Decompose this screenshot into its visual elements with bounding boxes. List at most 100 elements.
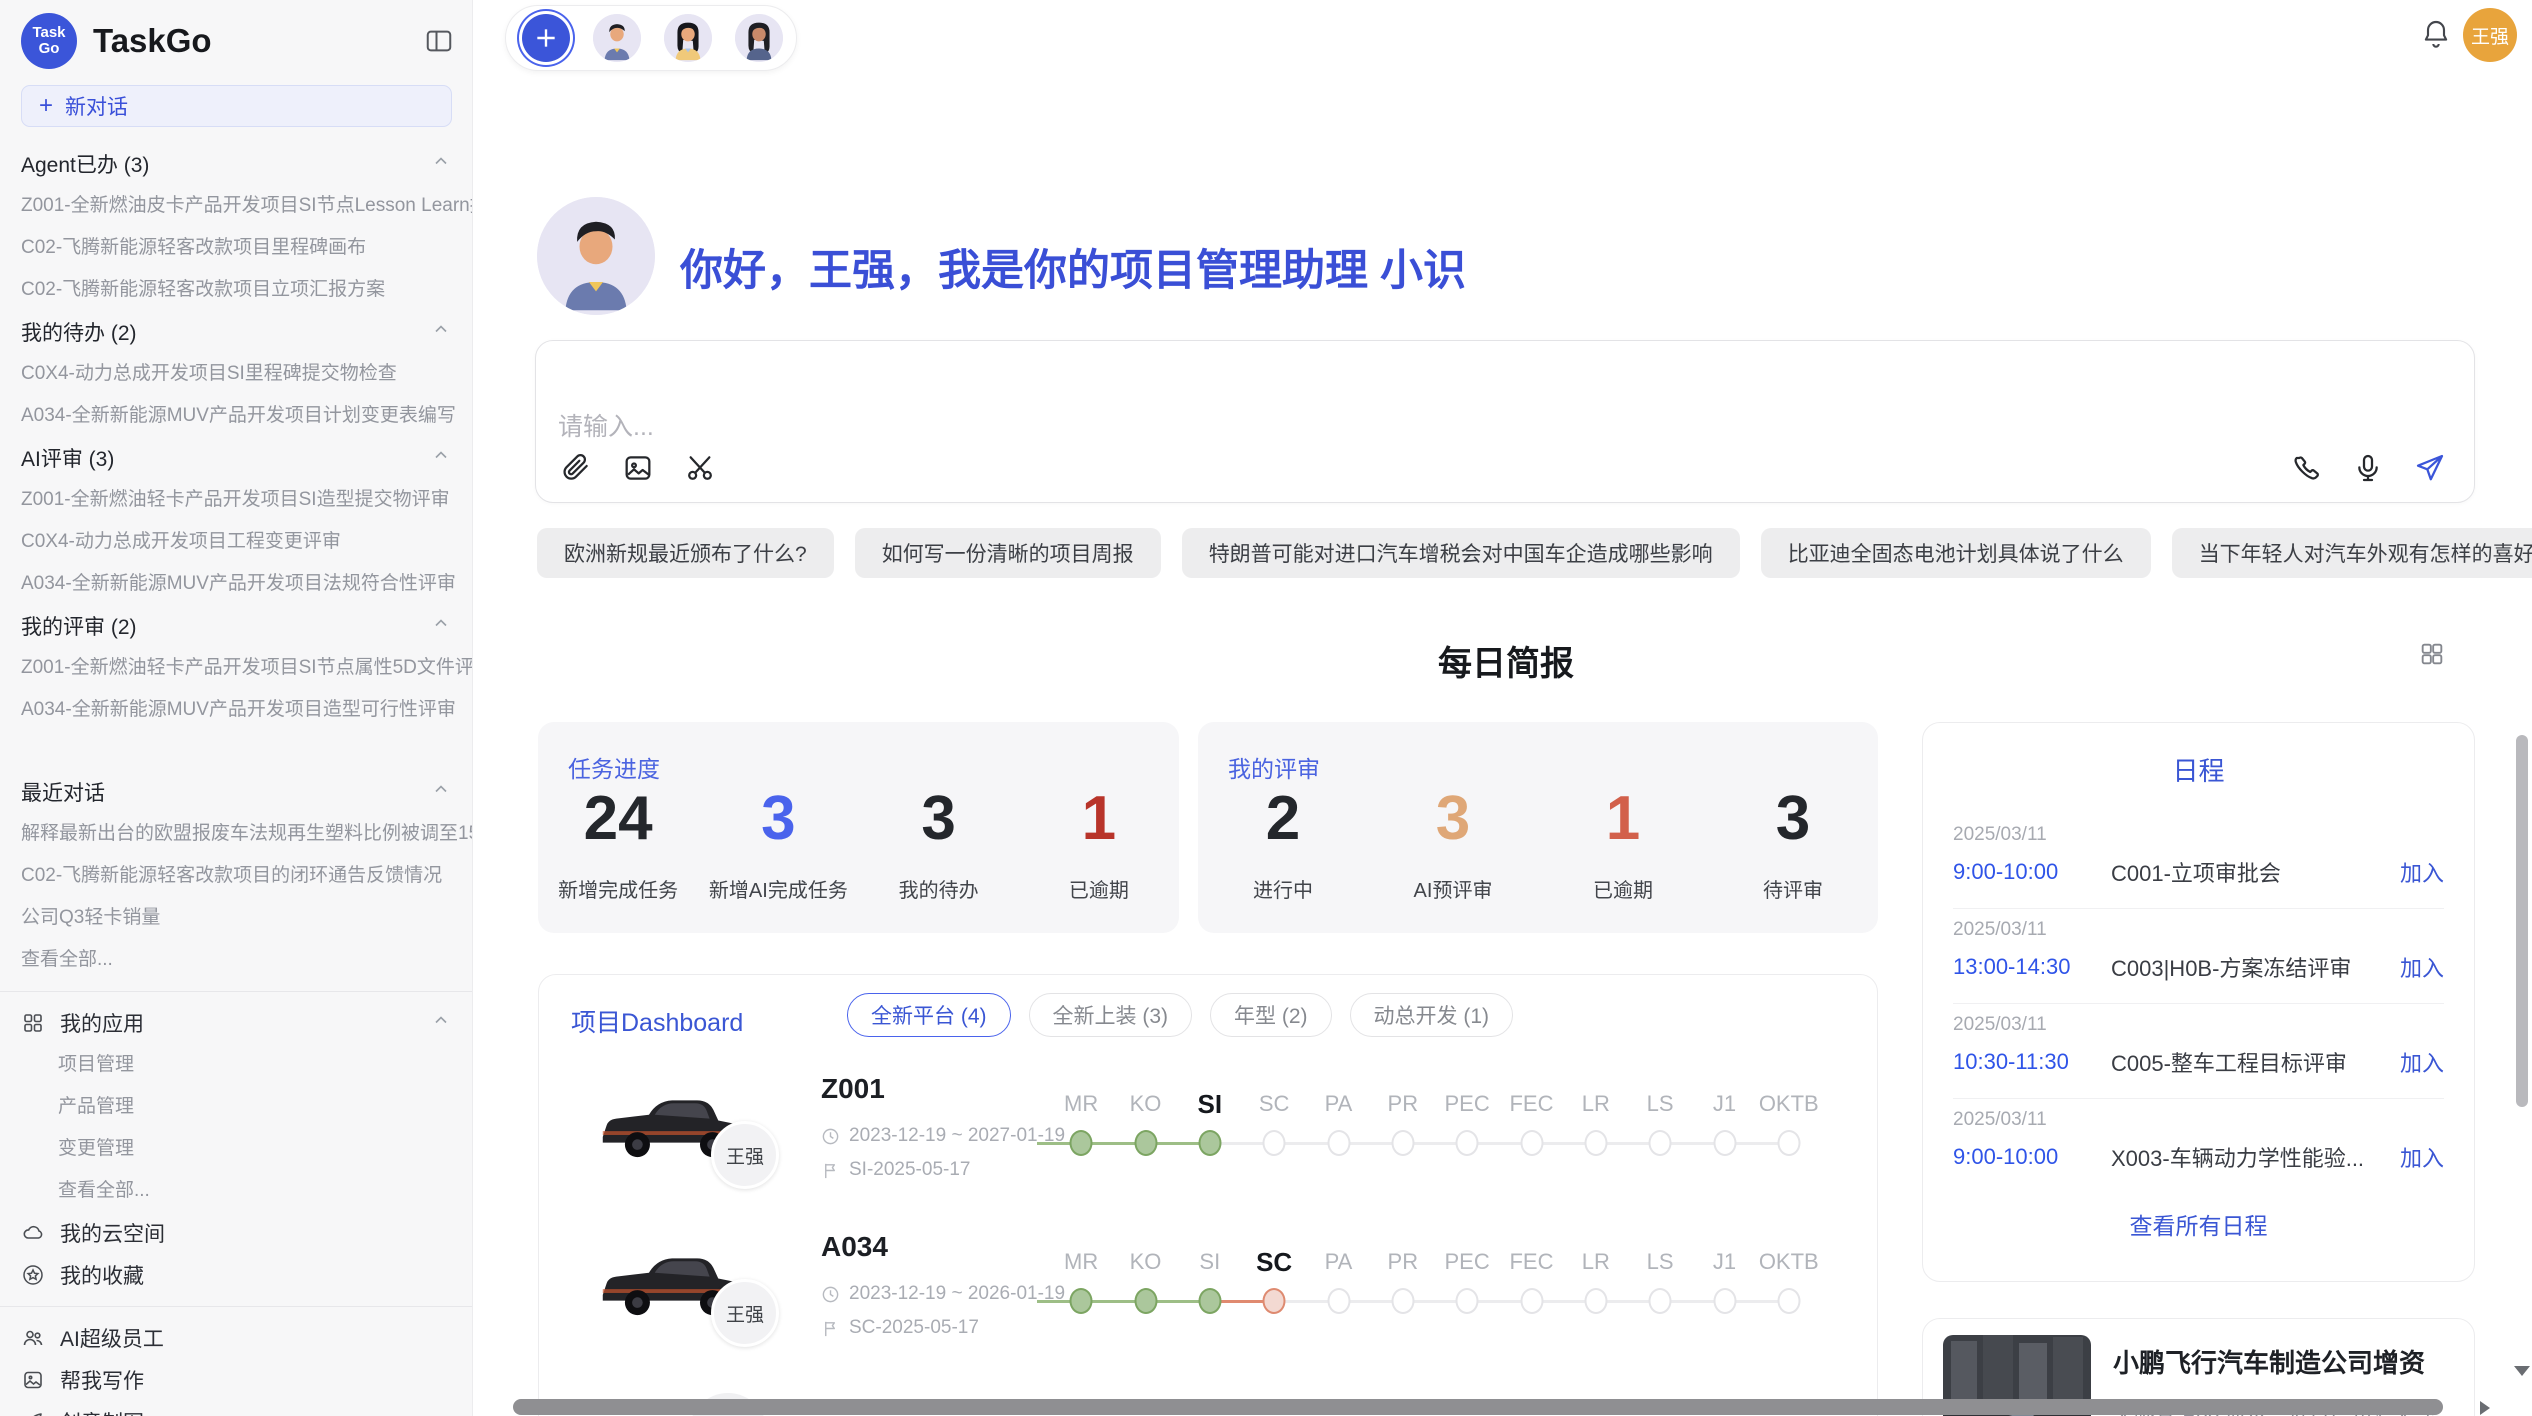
milestone-dot-si[interactable]: [1198, 1288, 1221, 1314]
join-link[interactable]: 加入: [2400, 951, 2444, 983]
suggestion-chip[interactable]: 比亚迪全固态电池计划具体说了什么: [1761, 528, 2151, 578]
vertical-scrollbar[interactable]: [2516, 735, 2528, 1107]
scissors-icon[interactable]: [684, 452, 716, 484]
milestone-dot-fec[interactable]: [1520, 1288, 1543, 1314]
milestone-label: LS: [1628, 1087, 1692, 1121]
sidebar-section-header[interactable]: Agent已办 (3): [0, 143, 472, 185]
chevron-up-icon[interactable]: [431, 445, 451, 471]
milestone-dot-si[interactable]: [1198, 1130, 1221, 1156]
milestone-dot-j1[interactable]: [1713, 1288, 1736, 1314]
suggestion-chip[interactable]: 欧洲新规最近颁布了什么?: [537, 528, 834, 578]
milestone-dot-oktb[interactable]: [1777, 1130, 1800, 1156]
join-link[interactable]: 加入: [2400, 1141, 2444, 1173]
sidebar-item[interactable]: 公司Q3轻卡销量: [0, 897, 472, 939]
sidebar-tool-item[interactable]: AI超级员工: [0, 1317, 472, 1359]
sidebar-section-header[interactable]: 我的评审 (2): [0, 605, 472, 647]
sidebar-app-item[interactable]: 项目管理: [0, 1044, 472, 1086]
sidebar-item[interactable]: 查看全部...: [0, 939, 472, 981]
milestone-dot-sc[interactable]: [1263, 1288, 1286, 1314]
milestone-dot-pa[interactable]: [1327, 1288, 1350, 1314]
sidebar-item-cloud[interactable]: 我的云空间: [0, 1212, 472, 1254]
dashboard-tab[interactable]: 动总开发 (1): [1350, 993, 1514, 1037]
view-all-schedule-link[interactable]: 查看所有日程: [1953, 1207, 2444, 1241]
image-icon[interactable]: [622, 452, 654, 484]
sidebar-item[interactable]: C02-飞腾新能源轻客改款项目的闭环通告反馈情况: [0, 855, 472, 897]
sidebar-app-item[interactable]: 产品管理: [0, 1086, 472, 1128]
milestone-dot-mr[interactable]: [1070, 1288, 1093, 1314]
project-owner-badge: 王强: [711, 1121, 779, 1189]
project-owner-badge: 王强: [711, 1279, 779, 1347]
send-icon[interactable]: [2414, 452, 2446, 484]
sidebar-item[interactable]: C02-飞腾新能源轻客改款项目里程碑画布: [0, 227, 472, 269]
chevron-up-icon[interactable]: [431, 779, 451, 805]
suggestion-chip[interactable]: 当下年轻人对汽车外观有怎样的喜好趋势: [2172, 528, 2532, 578]
suggestion-chip[interactable]: 如何写一份清晰的项目周报: [855, 528, 1161, 578]
sidebar-collapse-icon[interactable]: [424, 26, 454, 56]
milestone-dot-sc[interactable]: [1263, 1130, 1286, 1156]
sidebar-tool-item[interactable]: 帮我写作: [0, 1359, 472, 1401]
sidebar-section-header[interactable]: 我的待办 (2): [0, 311, 472, 353]
sidebar-item[interactable]: Z001-全新燃油轻卡产品开发项目SI节点属性5D文件评审: [0, 647, 472, 689]
user-avatar[interactable]: 王强: [2463, 8, 2517, 62]
sidebar-section-title: AI评审 (3): [21, 443, 114, 473]
chevron-up-icon[interactable]: [431, 319, 451, 345]
attach-icon[interactable]: [560, 452, 592, 484]
sidebar-item[interactable]: A034-全新新能源MUV产品开发项目造型可行性评审: [0, 689, 472, 731]
sidebar-section-header[interactable]: AI评审 (3): [0, 437, 472, 479]
sidebar-tool-item[interactable]: 创意制图: [0, 1401, 472, 1416]
sidebar-item[interactable]: A034-全新新能源MUV产品开发项目法规符合性评审: [0, 563, 472, 605]
join-link[interactable]: 加入: [2400, 1046, 2444, 1078]
milestone-dot-oktb[interactable]: [1777, 1288, 1800, 1314]
horizontal-scrollbar[interactable]: [513, 1399, 2443, 1415]
sidebar-item[interactable]: Z001-全新燃油轻卡产品开发项目SI造型提交物评审: [0, 479, 472, 521]
chevron-up-icon[interactable]: [431, 1010, 451, 1036]
phone-icon[interactable]: [2290, 452, 2322, 484]
sidebar-item-my-apps[interactable]: 我的应用: [0, 1002, 472, 1044]
milestone-dot-pr[interactable]: [1391, 1288, 1414, 1314]
agent-avatar-1[interactable]: [593, 14, 641, 62]
notifications-bell-icon[interactable]: [2420, 18, 2452, 52]
chat-input[interactable]: 请输入...: [558, 407, 654, 443]
scroll-down-arrow-icon[interactable]: [2514, 1366, 2530, 1376]
agent-avatar-3[interactable]: [735, 14, 783, 62]
logo-line-2: Go: [39, 41, 60, 57]
mic-icon[interactable]: [2352, 452, 2384, 484]
milestone-dot-pec[interactable]: [1456, 1130, 1479, 1156]
join-link[interactable]: 加入: [2400, 856, 2444, 888]
milestone-dot-pr[interactable]: [1391, 1130, 1414, 1156]
milestone-dot-lr[interactable]: [1584, 1288, 1607, 1314]
milestone-dot-ls[interactable]: [1649, 1288, 1672, 1314]
milestone-dot-ko[interactable]: [1134, 1288, 1157, 1314]
milestone-dot-ls[interactable]: [1649, 1130, 1672, 1156]
dashboard-tab[interactable]: 年型 (2): [1210, 993, 1332, 1037]
scroll-right-arrow-icon[interactable]: [2480, 1401, 2490, 1415]
milestone-dot-pec[interactable]: [1456, 1288, 1479, 1314]
milestone-dot-fec[interactable]: [1520, 1130, 1543, 1156]
sidebar-item[interactable]: A034-全新新能源MUV产品开发项目计划变更表编写: [0, 395, 472, 437]
milestone-line-segment: [1210, 1142, 1789, 1145]
milestone-dot-ko[interactable]: [1134, 1130, 1157, 1156]
dashboard-tab[interactable]: 全新上装 (3): [1029, 993, 1193, 1037]
sidebar-item[interactable]: C02-飞腾新能源轻客改款项目立项汇报方案: [0, 269, 472, 311]
new-chat-button[interactable]: + 新对话: [21, 85, 452, 127]
milestone-dot-pa[interactable]: [1327, 1130, 1350, 1156]
sidebar-item[interactable]: C0X4-动力总成开发项目工程变更评审: [0, 521, 472, 563]
suggestion-chip[interactable]: 特朗普可能对进口汽车增税会对中国车企造成哪些影响: [1182, 528, 1740, 578]
clock-icon: [821, 1127, 840, 1146]
milestone-dot-j1[interactable]: [1713, 1130, 1736, 1156]
add-agent-button[interactable]: [522, 14, 570, 62]
sidebar-item[interactable]: 解释最新出台的欧盟报废车法规再生塑料比例被调至15%...: [0, 813, 472, 855]
milestone-dot-mr[interactable]: [1070, 1130, 1093, 1156]
sidebar-section-header[interactable]: 最近对话: [0, 771, 472, 813]
milestone-dot-lr[interactable]: [1584, 1130, 1607, 1156]
chevron-up-icon[interactable]: [431, 613, 451, 639]
grid-toggle-icon[interactable]: [2418, 640, 2446, 668]
sidebar-item[interactable]: Z001-全新燃油皮卡产品开发项目SI节点Lesson Learn报告: [0, 185, 472, 227]
dashboard-tab[interactable]: 全新平台 (4): [847, 993, 1011, 1037]
sidebar-app-item[interactable]: 变更管理: [0, 1128, 472, 1170]
sidebar-item[interactable]: C0X4-动力总成开发项目SI里程碑提交物检查: [0, 353, 472, 395]
agent-avatar-2[interactable]: [664, 14, 712, 62]
sidebar-item-star-circle[interactable]: 我的收藏: [0, 1254, 472, 1296]
sidebar-app-item[interactable]: 查看全部...: [0, 1170, 472, 1212]
chevron-up-icon[interactable]: [431, 151, 451, 177]
